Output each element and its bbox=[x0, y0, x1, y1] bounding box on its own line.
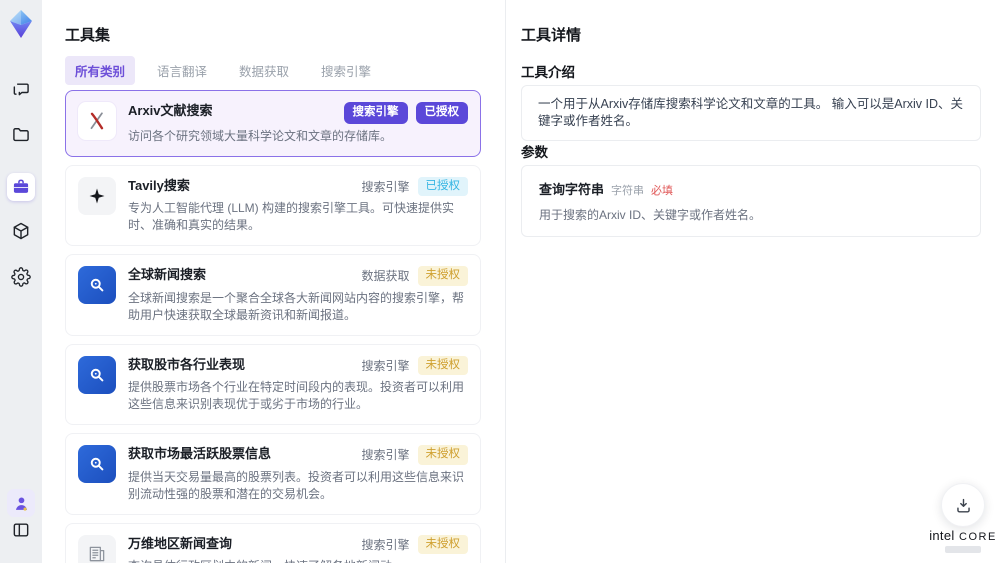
tool-name: 获取股市各行业表现 bbox=[128, 356, 246, 372]
param-name: 查询字符串 bbox=[539, 182, 605, 197]
param-card: 查询字符串 字符串 必填用于搜索的Arxiv ID、关键字或作者姓名。 bbox=[521, 165, 981, 237]
tool-name: 全球新闻搜索 bbox=[128, 267, 207, 282]
tool-body: Tavily搜索 搜索引擎 已授权专为人工智能代理 (LLM) 构建的搜索引擎工具。… bbox=[128, 176, 468, 235]
download-button[interactable] bbox=[941, 483, 985, 527]
auth-badge: 已授权 bbox=[417, 176, 468, 196]
search-magnifier-icon bbox=[78, 266, 116, 304]
tab-1[interactable]: 所有类别 bbox=[65, 56, 136, 85]
tool-card[interactable]: 获取市场最活跃股票信息 搜索引擎 未授权提供当天交易量最高的股票列表。投资者可以利用… bbox=[65, 433, 481, 515]
arxiv-logo-icon bbox=[78, 102, 116, 140]
category-label: 搜索引擎 bbox=[361, 448, 410, 463]
tab-2[interactable]: 语言翻译 bbox=[147, 56, 217, 85]
tool-list: Arxiv文献搜索 搜索引擎 已授权 访问各个研究领域大量科学论文和文章的存储库。 Ta… bbox=[65, 90, 481, 563]
tool-card[interactable]: Tavily搜索 搜索引擎 已授权专为人工智能代理 (LLM) 构建的搜索引擎工具。… bbox=[65, 164, 481, 246]
auth-badge: 未授权 bbox=[417, 266, 468, 286]
tool-body: Arxiv文献搜索 搜索引擎 已授权访问各个研究领域大量科学论文和文章的存储库。 bbox=[128, 102, 468, 145]
download-icon bbox=[956, 498, 970, 513]
tab-4[interactable]: 搜索引擎 bbox=[311, 56, 381, 85]
tab-3[interactable]: 数据获取 bbox=[229, 56, 299, 85]
intro-heading: 工具介绍 bbox=[521, 65, 575, 80]
tool-description: 提供股票市场各个行业在特定时间段内的表现。投资者可以利用这些信息来识别表现优于或… bbox=[128, 380, 465, 411]
auth-badge: 未授权 bbox=[417, 534, 468, 554]
newspaper-icon bbox=[78, 534, 116, 563]
gem-logo-icon bbox=[5, 8, 37, 40]
search-magnifier-icon bbox=[78, 445, 116, 483]
params-heading: 参数 bbox=[521, 145, 548, 160]
tool-body: 万维地区新闻查询 搜索引擎未授权查询具体行政区划内的新闻，快速了解各地新闻动 bbox=[128, 534, 468, 563]
intel-wordmark: intel bbox=[929, 528, 955, 543]
category-badge: 搜索引擎 bbox=[343, 102, 408, 124]
tool-card[interactable]: 万维地区新闻查询 搜索引擎未授权查询具体行政区划内的新闻，快速了解各地新闻动 bbox=[65, 522, 481, 563]
category-label: 数据获取 bbox=[361, 269, 410, 284]
tool-card[interactable]: 获取股市各行业表现 搜索引擎 未授权提供股票市场各个行业在特定时间段内的表现。投资者… bbox=[65, 343, 481, 425]
folder-icon[interactable] bbox=[7, 121, 35, 149]
tool-body: 全球新闻搜索 数据获取 未授权全球新闻搜索是一个聚合全球各大新闻网站内容的搜索引擎，… bbox=[128, 266, 468, 324]
param-required-label: 必填 bbox=[651, 185, 674, 197]
tool-description: 全球新闻搜索是一个聚合全球各大新闻网站内容的搜索引擎，帮助用户快速获取全球最新资… bbox=[128, 290, 465, 322]
category-label: 搜索引擎 bbox=[361, 537, 410, 552]
tool-body: 获取市场最活跃股票信息 搜索引擎 未授权提供当天交易量最高的股票列表。投资者可以利用… bbox=[128, 445, 468, 503]
auth-badge: 已授权 bbox=[415, 102, 468, 124]
search-magnifier-icon bbox=[78, 355, 116, 394]
auth-badge: 未授权 bbox=[417, 355, 468, 375]
detail-panel-title: 工具详情 bbox=[521, 27, 582, 44]
tool-description: 提供当天交易量最高的股票列表。投资者可以利用这些信息来识别流动性强的股票和潜在的… bbox=[128, 469, 465, 501]
tool-body: 获取股市各行业表现 搜索引擎 未授权提供股票市场各个行业在特定时间段内的表现。投资者… bbox=[128, 355, 468, 414]
panel-toggle-icon[interactable] bbox=[7, 516, 35, 544]
user-avatar-icon[interactable] bbox=[7, 489, 35, 517]
auth-badge: 未授权 bbox=[417, 445, 468, 465]
tool-description: 专为人工智能代理 (LLM) 构建的搜索引擎工具。可快速提供实时、准确和真实的结… bbox=[128, 201, 455, 232]
tool-name: Arxiv文献搜索 bbox=[128, 103, 213, 118]
category-label: 搜索引擎 bbox=[361, 179, 410, 194]
core-wordmark: CORE bbox=[959, 531, 997, 543]
tool-description: 查询具体行政区划内的新闻，快速了解各地新闻动 bbox=[128, 558, 468, 563]
tool-intro-text: 一个用于从Arxiv存储库搜索科学论文和文章的工具。 输入可以是Arxiv ID… bbox=[521, 85, 981, 141]
tools-panel: 工具集 所有类别 语言翻译 数据获取 搜索引擎 Arxiv文献搜索 搜索引擎 已授权 访问各… bbox=[42, 0, 531, 563]
cube-icon[interactable] bbox=[7, 217, 35, 245]
param-description: 用于搜索的Arxiv ID、关键字或作者姓名。 bbox=[539, 208, 762, 222]
gear-icon[interactable] bbox=[7, 263, 35, 291]
app-sidebar bbox=[0, 0, 42, 563]
category-label: 搜索引擎 bbox=[361, 358, 410, 373]
intel-badge-bar bbox=[945, 546, 981, 553]
params-list: 查询字符串 字符串 必填用于搜索的Arxiv ID、关键字或作者姓名。 bbox=[521, 165, 981, 237]
tool-name: 万维地区新闻查询 bbox=[128, 535, 233, 551]
sparkle-star-icon bbox=[78, 176, 116, 215]
param-type: 字符串 bbox=[611, 185, 645, 197]
tool-name: 获取市场最活跃股票信息 bbox=[128, 446, 272, 461]
tools-panel-title: 工具集 bbox=[65, 27, 111, 44]
intel-core-logo: intel CORE bbox=[923, 527, 1000, 545]
tool-card[interactable]: Arxiv文献搜索 搜索引擎 已授权访问各个研究领域大量科学论文和文章的存储库。 bbox=[65, 90, 481, 157]
tool-detail-panel: 工具详情 工具介绍 一个用于从Arxiv存储库搜索科学论文和文章的工具。 输入可… bbox=[505, 0, 1000, 563]
briefcase-icon[interactable] bbox=[7, 173, 35, 201]
tool-card[interactable]: 全球新闻搜索 数据获取 未授权全球新闻搜索是一个聚合全球各大新闻网站内容的搜索引擎，… bbox=[65, 254, 481, 336]
tool-description: 访问各个研究领域大量科学论文和文章的存储库。 bbox=[128, 128, 393, 143]
chat-icon[interactable] bbox=[7, 76, 35, 104]
app-window: 工具集 所有类别 语言翻译 数据获取 搜索引擎 Arxiv文献搜索 搜索引擎 已授权 访问各… bbox=[0, 0, 1000, 563]
category-tabs: 所有类别 语言翻译 数据获取 搜索引擎 bbox=[65, 56, 381, 85]
tool-name: Tavily搜索 bbox=[128, 177, 190, 193]
